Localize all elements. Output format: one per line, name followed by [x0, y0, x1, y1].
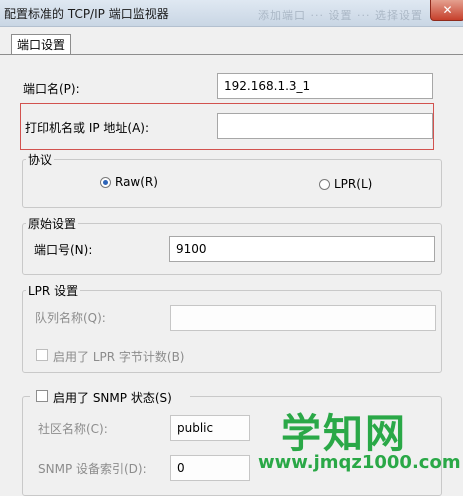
- printer-address-input[interactable]: [217, 113, 433, 139]
- close-icon: ✕: [442, 3, 453, 17]
- title-bar: 配置标准的 TCP/IP 端口监视器 添加端口 ··· 设置 ··· 选择设置 …: [0, 0, 463, 27]
- snmp-device-index-label: SNMP 设备索引(D):: [38, 462, 147, 476]
- window-title: 配置标准的 TCP/IP 端口监视器: [4, 7, 169, 21]
- snmp-status-checkbox[interactable]: [36, 390, 48, 402]
- port-number-label: 端口号(N):: [34, 243, 93, 257]
- queue-name-label: 队列名称(Q):: [35, 311, 106, 325]
- community-name-input[interactable]: [170, 415, 250, 441]
- watermark-brand: 学知网: [281, 411, 407, 457]
- protocol-group-title: 协议: [26, 151, 55, 168]
- tab-strip: 端口设置: [0, 26, 463, 54]
- lpr-byte-count-checkbox[interactable]: [36, 349, 48, 361]
- radio-selected-dot: [103, 180, 108, 185]
- lpr-radio-label[interactable]: LPR(L): [334, 177, 372, 191]
- lpr-byte-count-label: 启用了 LPR 字节计数(B): [53, 350, 185, 364]
- close-button[interactable]: ✕: [430, 0, 463, 21]
- queue-name-input[interactable]: [170, 305, 436, 331]
- protocol-group: 协议: [22, 151, 442, 208]
- raw-settings-title: 原始设置: [26, 215, 79, 232]
- lpr-settings-title: LPR 设置: [26, 282, 81, 299]
- snmp-status-label[interactable]: 启用了 SNMP 状态(S): [53, 389, 172, 406]
- background-window-title: 添加端口 ··· 设置 ··· 选择设置: [258, 9, 423, 22]
- watermark-url: www.jmqz1000.com: [258, 452, 461, 473]
- printer-address-label: 打印机名或 IP 地址(A):: [25, 121, 150, 135]
- raw-radio[interactable]: [100, 177, 111, 188]
- port-name-label: 端口名(P):: [23, 82, 80, 96]
- community-name-label: 社区名称(C):: [38, 422, 108, 436]
- port-number-input[interactable]: [169, 236, 435, 262]
- raw-radio-label[interactable]: Raw(R): [115, 175, 158, 189]
- tab-port-settings[interactable]: 端口设置: [11, 34, 71, 54]
- port-name-input[interactable]: [217, 73, 433, 99]
- lpr-radio[interactable]: [319, 179, 330, 190]
- snmp-device-index-input[interactable]: [170, 455, 250, 481]
